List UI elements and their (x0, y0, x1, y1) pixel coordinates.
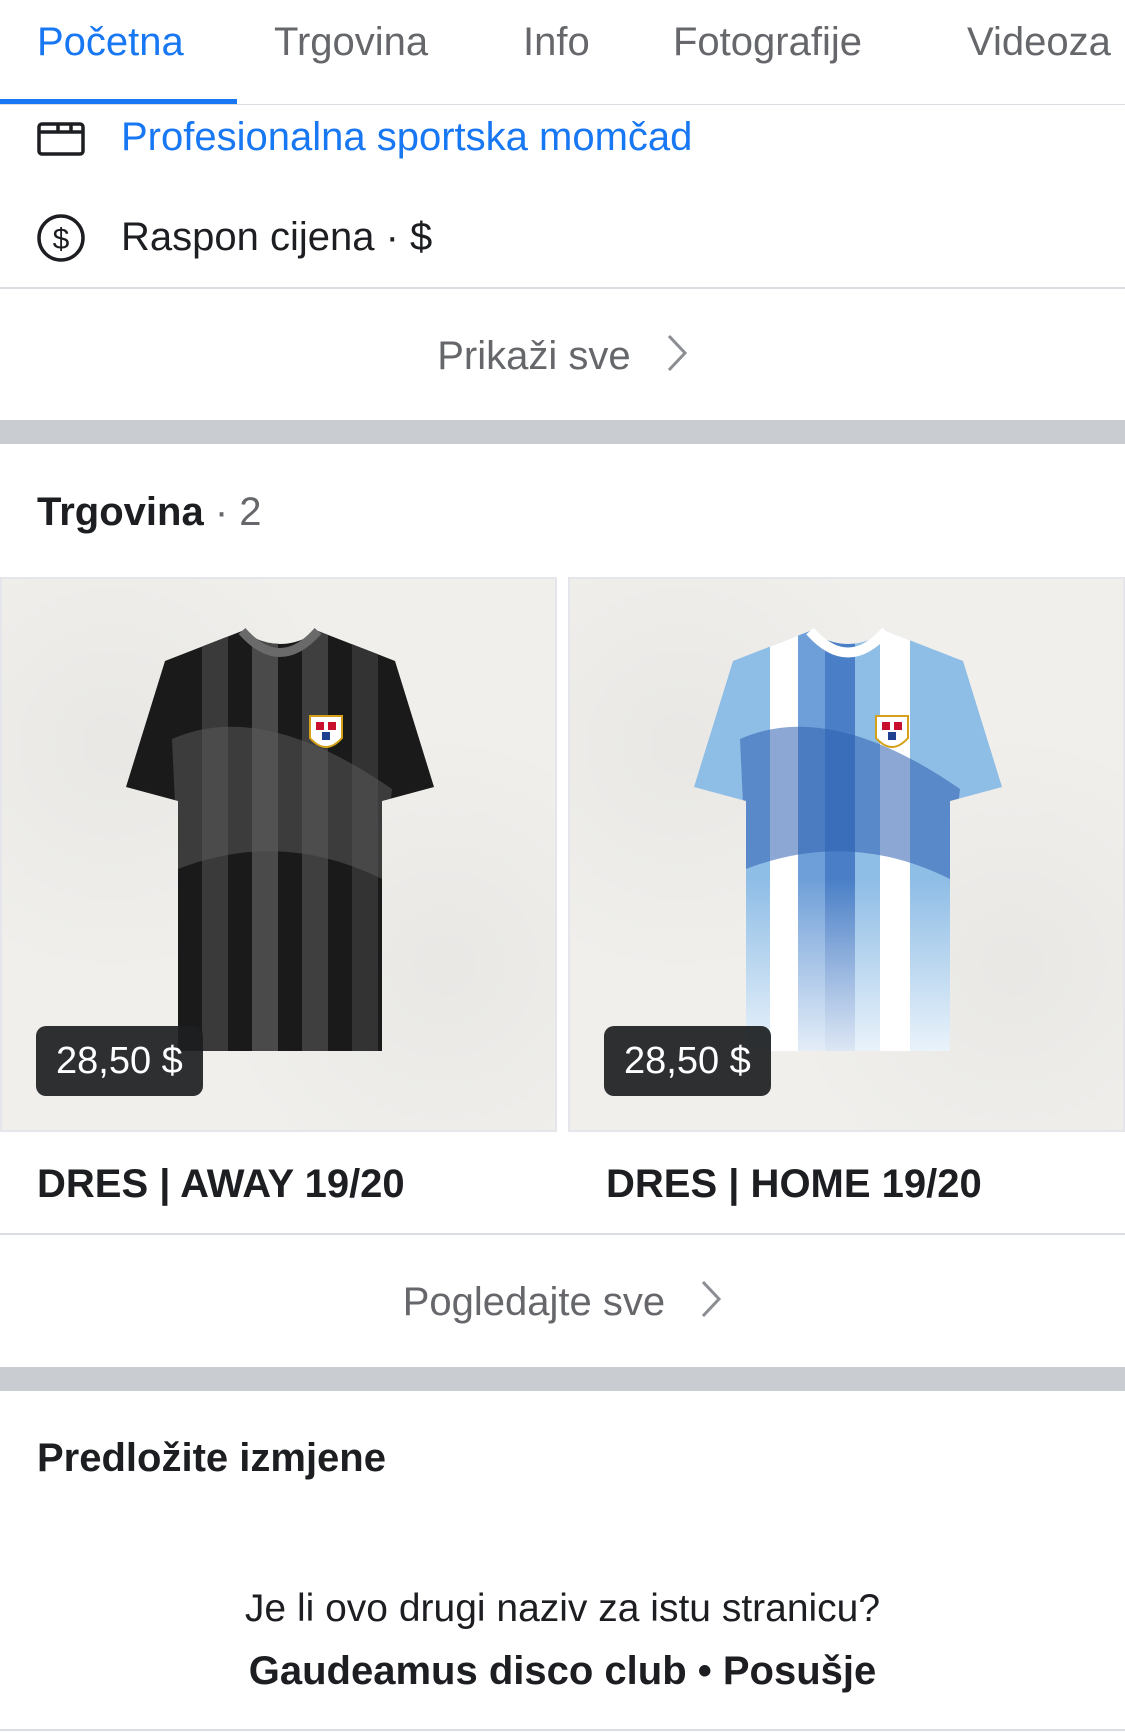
section-separator (0, 420, 1125, 444)
price-range-text: Raspon cijena · $ (121, 215, 433, 259)
price-range-row: $ Raspon cijena · $ (0, 193, 1125, 283)
shop-count: · 2 (214, 490, 262, 534)
shop-section-title: Trgovina · 2 (37, 488, 262, 536)
section-separator (0, 1367, 1125, 1391)
price-badge: 28,50 $ (604, 1026, 771, 1096)
see-all-label: Prikaži sve (437, 334, 631, 378)
dollar-circle-icon: $ (36, 213, 86, 263)
suggest-edits-title: Predložite izmjene (37, 1436, 386, 1480)
category-link[interactable]: Profesionalna sportska momčad (121, 113, 692, 161)
alt-page-name: Gaudeamus disco club • Posušje (248, 1649, 877, 1693)
tab-videos[interactable]: Videoza (967, 18, 1111, 66)
tab-shop[interactable]: Trgovina (274, 18, 428, 66)
see-all-info-button[interactable]: Prikaži sve (0, 332, 1125, 384)
category-row[interactable]: Profesionalna sportska momčad (0, 93, 1125, 183)
view-all-shop-button[interactable]: Pogledajte sve (0, 1278, 1125, 1330)
view-all-label: Pogledajte sve (402, 1280, 666, 1324)
product-card-home[interactable]: 28,50 $ (568, 577, 1125, 1132)
category-folder-icon (36, 113, 86, 163)
tab-info[interactable]: Info (523, 18, 590, 66)
shop-title: Trgovina (37, 490, 204, 534)
chevron-right-icon (666, 333, 688, 384)
alt-name-question: Je li ovo drugi naziv za istu stranicu? (244, 1587, 881, 1630)
product-card-away[interactable]: 28,50 $ (0, 577, 557, 1132)
divider (0, 287, 1125, 289)
product-name[interactable]: DRES | AWAY 19/20 (37, 1160, 405, 1208)
tab-photos[interactable]: Fotografije (673, 18, 862, 66)
tab-home[interactable]: Početna (37, 18, 184, 66)
divider (0, 1729, 1125, 1731)
price-badge: 28,50 $ (36, 1026, 203, 1096)
page-tab-bar: Početna Trgovina Info Fotografije Videoz… (0, 0, 1125, 105)
product-name[interactable]: DRES | HOME 19/20 (606, 1160, 982, 1208)
chevron-right-icon (700, 1279, 722, 1330)
divider (0, 1233, 1125, 1235)
svg-text:$: $ (53, 223, 70, 256)
